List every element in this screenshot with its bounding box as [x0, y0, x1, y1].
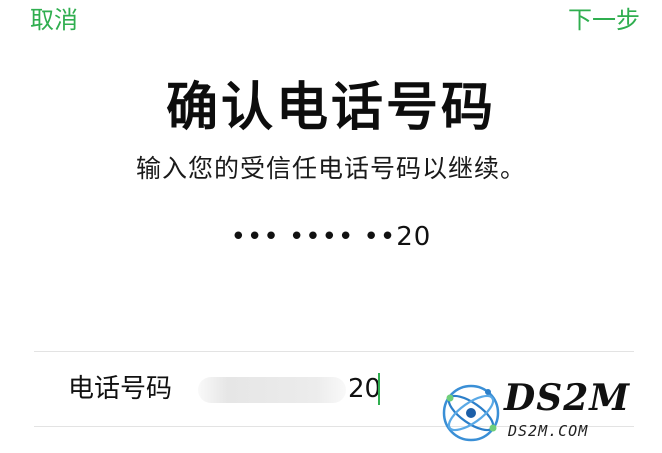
page-subtitle: 输入您的受信任电话号码以继续。 — [135, 154, 526, 183]
watermark: DS2M DS2M.COM — [438, 376, 656, 450]
watermark-text: DS2M — [504, 377, 631, 419]
text-caret — [378, 373, 380, 405]
cancel-button[interactable]: 取消 — [30, 4, 78, 36]
next-button[interactable]: 下一步 — [568, 4, 640, 36]
atom-icon — [442, 384, 500, 442]
blurred-digits — [198, 377, 346, 403]
phone-input[interactable]: 20 — [198, 370, 414, 408]
phone-label: 电话号码 — [68, 374, 173, 404]
watermark-url: DS2M.COM — [508, 422, 589, 440]
masked-phone-number: ••• •••• ••20 — [230, 222, 432, 252]
page-title: 确认电话号码 — [165, 78, 496, 138]
phone-visible-digits: 20 — [348, 374, 382, 404]
